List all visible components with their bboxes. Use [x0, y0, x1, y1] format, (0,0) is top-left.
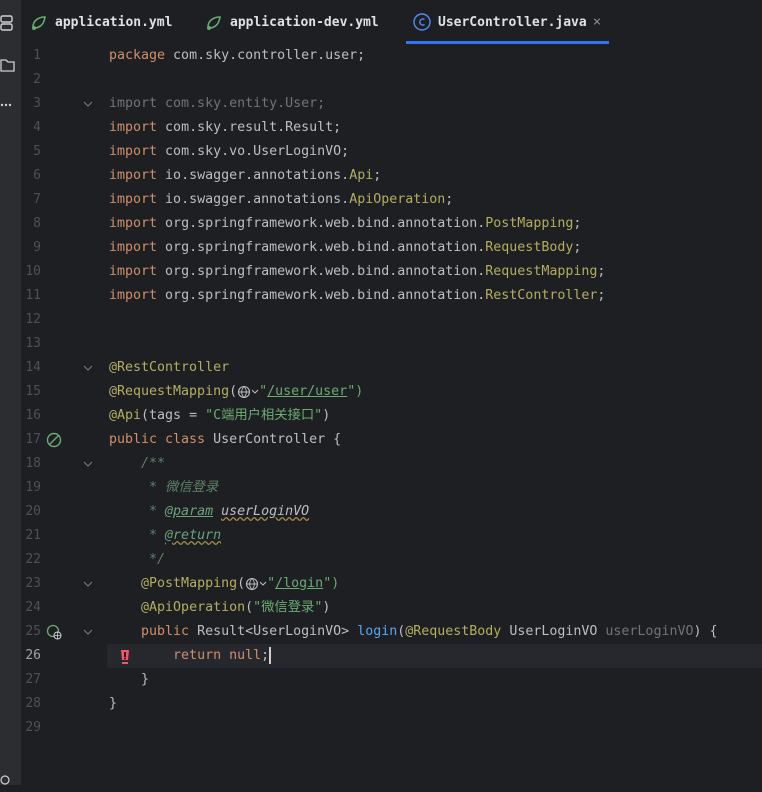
- fold-chevron-icon[interactable]: [83, 572, 95, 596]
- line-number: 19: [25, 480, 41, 495]
- line-number: 2: [33, 72, 41, 87]
- tab-usercontroller-java[interactable]: UserController.java ×: [406, 0, 610, 44]
- code-line-3: import com.sky.entity.User;: [109, 96, 326, 111]
- code-line-26: return null;: [173, 646, 272, 664]
- spring-leaf-icon: [29, 12, 49, 32]
- code-line-16: @Api(tags = "C端用户相关接口"): [109, 408, 331, 423]
- code-line-9: import org.springframework.web.bind.anno…: [109, 240, 582, 255]
- line-number: 4: [33, 120, 41, 135]
- bean-class-icon[interactable]: [46, 428, 62, 452]
- line-number: 29: [25, 720, 41, 735]
- line-number: 6: [33, 168, 41, 183]
- line-number: 20: [25, 504, 41, 519]
- fold-chevron-icon[interactable]: [83, 92, 95, 116]
- code-line-24: @ApiOperation("微信登录"): [141, 600, 331, 615]
- code-line-7: import io.swagger.annotations.ApiOperati…: [109, 192, 454, 207]
- fold-chevron-icon[interactable]: [83, 452, 95, 476]
- code-line-25: public Result<UserLoginVO> login(@Reques…: [141, 624, 718, 639]
- tool-window-strip: [0, 0, 22, 785]
- class-icon: [412, 12, 432, 32]
- line-number: 23: [25, 576, 41, 591]
- code-line-1: package com.sky.controller.user;: [109, 48, 366, 63]
- editor-tab-bar: application.yml application-dev.yml User…: [21, 0, 762, 45]
- tab-label: application.yml: [55, 14, 173, 30]
- code-line-15: @RequestMapping("/user/user"): [109, 384, 364, 399]
- text-caret: [269, 646, 272, 664]
- notifications-icon[interactable]: [0, 770, 21, 792]
- line-number: 21: [25, 528, 41, 543]
- line-number: 25: [25, 624, 41, 639]
- line-number: 16: [25, 408, 41, 423]
- fold-chevron-icon[interactable]: [83, 356, 95, 380]
- code-line-8: import org.springframework.web.bind.anno…: [109, 216, 582, 231]
- code-line-23: @PostMapping("/login"): [141, 576, 340, 591]
- more-tools-icon[interactable]: [0, 94, 21, 116]
- line-number: 14: [25, 360, 41, 375]
- line-number: 27: [25, 672, 41, 687]
- code-line-19: * 微信登录: [109, 480, 219, 495]
- fold-chevron-icon[interactable]: [83, 620, 95, 644]
- code-line-10: import org.springframework.web.bind.anno…: [109, 264, 606, 279]
- line-number: 11: [25, 288, 41, 303]
- url-globe-icon[interactable]: [237, 384, 259, 399]
- line-number: 15: [25, 384, 41, 399]
- line-number: 26: [25, 648, 41, 663]
- line-number: 17: [25, 432, 41, 447]
- code-line-20: * @param userLoginVO: [109, 504, 310, 519]
- code-line-4: import com.sky.result.Result;: [109, 120, 342, 135]
- code-line-18: /**: [109, 456, 166, 471]
- tab-label: UserController.java: [438, 14, 587, 30]
- line-number: 8: [33, 216, 41, 231]
- code-line-21: * @return: [109, 528, 222, 543]
- tab-application-dev-yml[interactable]: application-dev.yml: [204, 0, 379, 44]
- line-number: 5: [33, 144, 41, 159]
- line-number: 22: [25, 552, 41, 567]
- tab-application-yml[interactable]: application.yml: [29, 0, 172, 44]
- code-line-6: import io.swagger.annotations.Api;: [109, 168, 382, 183]
- line-number: 18: [25, 456, 41, 471]
- line-number: 12: [25, 312, 41, 327]
- code-line-28: }: [109, 696, 118, 711]
- code-line-27: }: [109, 672, 150, 687]
- project-folder-icon[interactable]: [0, 55, 21, 77]
- gutter: 1 2 3 4 5 6 7 8 9 10 11 12 13 14 15 16 17 18 19 20 21 22 23 24 2…: [21, 44, 107, 785]
- tab-label: application-dev.yml: [230, 14, 379, 30]
- code-line-5: import com.sky.vo.UserLoginVO;: [109, 144, 350, 159]
- url-globe-icon[interactable]: [245, 576, 267, 591]
- line-number: 9: [33, 240, 41, 255]
- endpoint-globe-icon[interactable]: [46, 620, 62, 644]
- code-line-17: public class UserController {: [109, 432, 342, 447]
- line-number: 3: [33, 96, 41, 111]
- spring-leaf-icon: [204, 12, 224, 32]
- close-tab-icon[interactable]: ×: [593, 14, 601, 30]
- structure-icon[interactable]: [0, 12, 21, 34]
- code-line-14: @RestController: [109, 360, 230, 375]
- line-number: 28: [25, 696, 41, 711]
- line-number: 1: [33, 48, 41, 63]
- code-editor[interactable]: 1 2 3 4 5 6 7 8 9 10 11 12 13 14 15 16 17 18 19 20 21 22 23 24 2…: [21, 44, 762, 785]
- line-number: 13: [25, 336, 41, 351]
- code-line-11: import org.springframework.web.bind.anno…: [109, 288, 606, 303]
- line-number: 7: [33, 192, 41, 207]
- line-number: 24: [25, 600, 41, 615]
- line-number: 10: [25, 264, 41, 279]
- code-line-22: */: [109, 552, 166, 567]
